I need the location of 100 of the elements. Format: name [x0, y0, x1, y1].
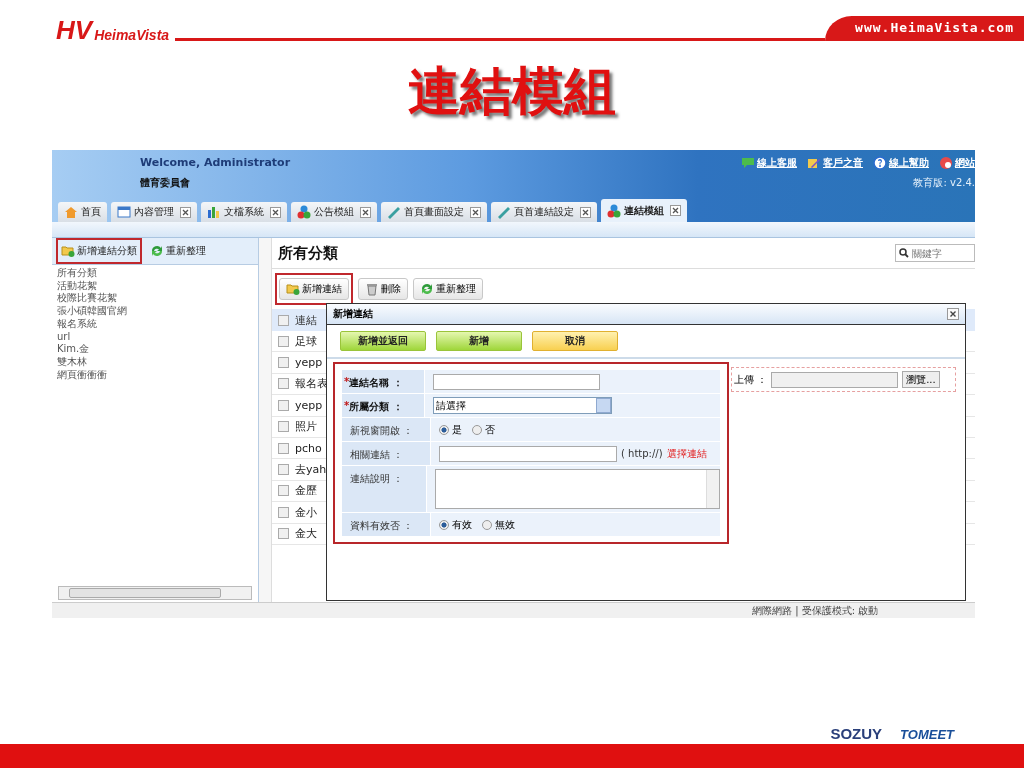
shapes-icon: [297, 205, 311, 219]
website-url: www.HeimaVista.com: [825, 16, 1024, 41]
toolbar-button[interactable]: 刪除: [358, 278, 408, 300]
table-cell: yepp: [295, 398, 323, 412]
radio-button[interactable]: [482, 519, 492, 530]
category-item[interactable]: 雙木林: [57, 355, 253, 369]
tab[interactable]: 公告模組: [291, 202, 377, 222]
checkbox[interactable]: [278, 506, 289, 518]
radio-button[interactable]: [439, 519, 449, 530]
field-label: 相關連結 ：: [350, 448, 404, 462]
header-link[interactable]: 客戶之音: [807, 156, 863, 170]
checkbox[interactable]: [278, 378, 289, 390]
checkbox[interactable]: [278, 528, 289, 540]
field-label: 連結說明 ：: [350, 472, 404, 486]
close-button[interactable]: [947, 308, 959, 320]
checkbox[interactable]: [278, 314, 289, 326]
table-cell: 金大: [295, 526, 317, 542]
trash-icon: [365, 282, 379, 296]
checkbox[interactable]: [278, 442, 289, 454]
checkbox[interactable]: [278, 421, 289, 433]
status-text: 網際網路 | 受保護模式: 啟動: [752, 603, 879, 618]
column-header[interactable]: 連結: [295, 312, 317, 328]
radio-button[interactable]: [472, 424, 482, 435]
category-select[interactable]: 請選擇: [433, 397, 612, 414]
horizontal-scrollbar[interactable]: [58, 586, 252, 600]
choose-link[interactable]: 選擇連結: [666, 446, 707, 461]
section-heading: 所有分類: [278, 243, 338, 263]
home-icon: [64, 205, 78, 219]
close-icon[interactable]: [270, 206, 281, 218]
close-icon[interactable]: [580, 206, 591, 218]
tab[interactable]: 文檔系統: [201, 202, 287, 222]
toolbar-button[interactable]: 重新整理: [150, 244, 206, 258]
category-item[interactable]: 網頁衝衝衝: [57, 368, 253, 382]
table-cell: yepp: [295, 356, 323, 370]
tab[interactable]: 頁首連結設定: [491, 202, 597, 222]
radio-option[interactable]: 是: [439, 422, 462, 437]
field-label: 資料有效否 ：: [350, 519, 414, 533]
tab[interactable]: 首頁畫面設定: [381, 202, 487, 222]
dialog-button[interactable]: 取消: [532, 331, 618, 351]
radio-option[interactable]: 否: [472, 422, 495, 437]
table-cell: 金小: [295, 504, 317, 520]
version-text: 教育版: v2.4.: [913, 176, 975, 190]
dialog-button[interactable]: 新增: [436, 331, 522, 351]
name-input[interactable]: [433, 373, 600, 390]
close-icon[interactable]: [360, 206, 371, 218]
globe-icon: [939, 156, 953, 170]
table-cell: 金歷: [295, 483, 317, 499]
dialog-button[interactable]: 新增並返回: [340, 331, 426, 351]
category-item[interactable]: 所有分類: [57, 267, 253, 280]
pen-icon: [497, 205, 511, 219]
table-cell: 足球: [295, 333, 317, 349]
tab[interactable]: 內容管理: [111, 202, 197, 222]
checkbox[interactable]: [278, 357, 289, 369]
folder-plus-icon: [61, 244, 75, 258]
checkbox[interactable]: [278, 464, 289, 476]
url-hint: ( http://): [621, 448, 663, 459]
table-cell: 去yah: [295, 462, 327, 478]
bar-chart-icon: [207, 205, 221, 219]
toolbar-button[interactable]: 新增連結分類: [61, 244, 137, 258]
category-item[interactable]: Kim.金: [57, 343, 253, 356]
organization-name: 體育委員會: [140, 176, 191, 190]
radio-option[interactable]: 有效: [439, 517, 472, 532]
toolbar-button[interactable]: 重新整理: [413, 278, 483, 300]
header-link[interactable]: 線上幫助: [873, 156, 929, 170]
tab[interactable]: 首頁: [58, 202, 107, 222]
help-icon: [873, 156, 887, 170]
category-item[interactable]: 報名系統: [57, 317, 253, 331]
header-link[interactable]: 線上客服: [741, 156, 797, 170]
required-mark: *: [344, 376, 350, 387]
search-field[interactable]: 關鍵字: [895, 244, 975, 262]
close-icon[interactable]: [670, 205, 681, 216]
folder-plus-icon: [286, 282, 300, 296]
checkbox[interactable]: [278, 335, 289, 347]
field-label: 所屬分類 ：: [349, 400, 403, 414]
radio-option[interactable]: 無效: [482, 517, 515, 532]
category-item[interactable]: 張小碩韓國官網: [57, 305, 253, 318]
header-link[interactable]: 網站: [939, 156, 975, 170]
close-icon[interactable]: [470, 206, 481, 218]
upload-label: 上傳 ：: [734, 372, 768, 387]
url-input[interactable]: [439, 445, 617, 462]
tab[interactable]: 連結模組: [601, 199, 687, 222]
browse-button[interactable]: 瀏覽...: [902, 371, 940, 388]
radio-button[interactable]: [439, 424, 449, 435]
category-item[interactable]: url: [57, 330, 253, 344]
checkbox[interactable]: [278, 399, 289, 411]
toolbar-button[interactable]: 新增連結: [279, 278, 349, 300]
table-cell: pcho: [295, 441, 322, 455]
pen-icon: [387, 205, 401, 219]
pencil-icon: [807, 156, 821, 170]
close-icon[interactable]: [180, 206, 191, 218]
category-item[interactable]: 校際比賽花絮: [57, 292, 253, 306]
description-textarea[interactable]: [435, 469, 720, 509]
shapes-icon: [607, 203, 621, 218]
welcome-text: Welcome, Administrator: [140, 156, 291, 169]
file-field[interactable]: [771, 371, 899, 388]
dialog-title: 新增連結: [333, 307, 373, 321]
category-item[interactable]: 活動花絮: [57, 279, 253, 293]
refresh-icon: [150, 244, 164, 258]
refresh-icon: [420, 282, 434, 296]
checkbox[interactable]: [278, 485, 289, 497]
